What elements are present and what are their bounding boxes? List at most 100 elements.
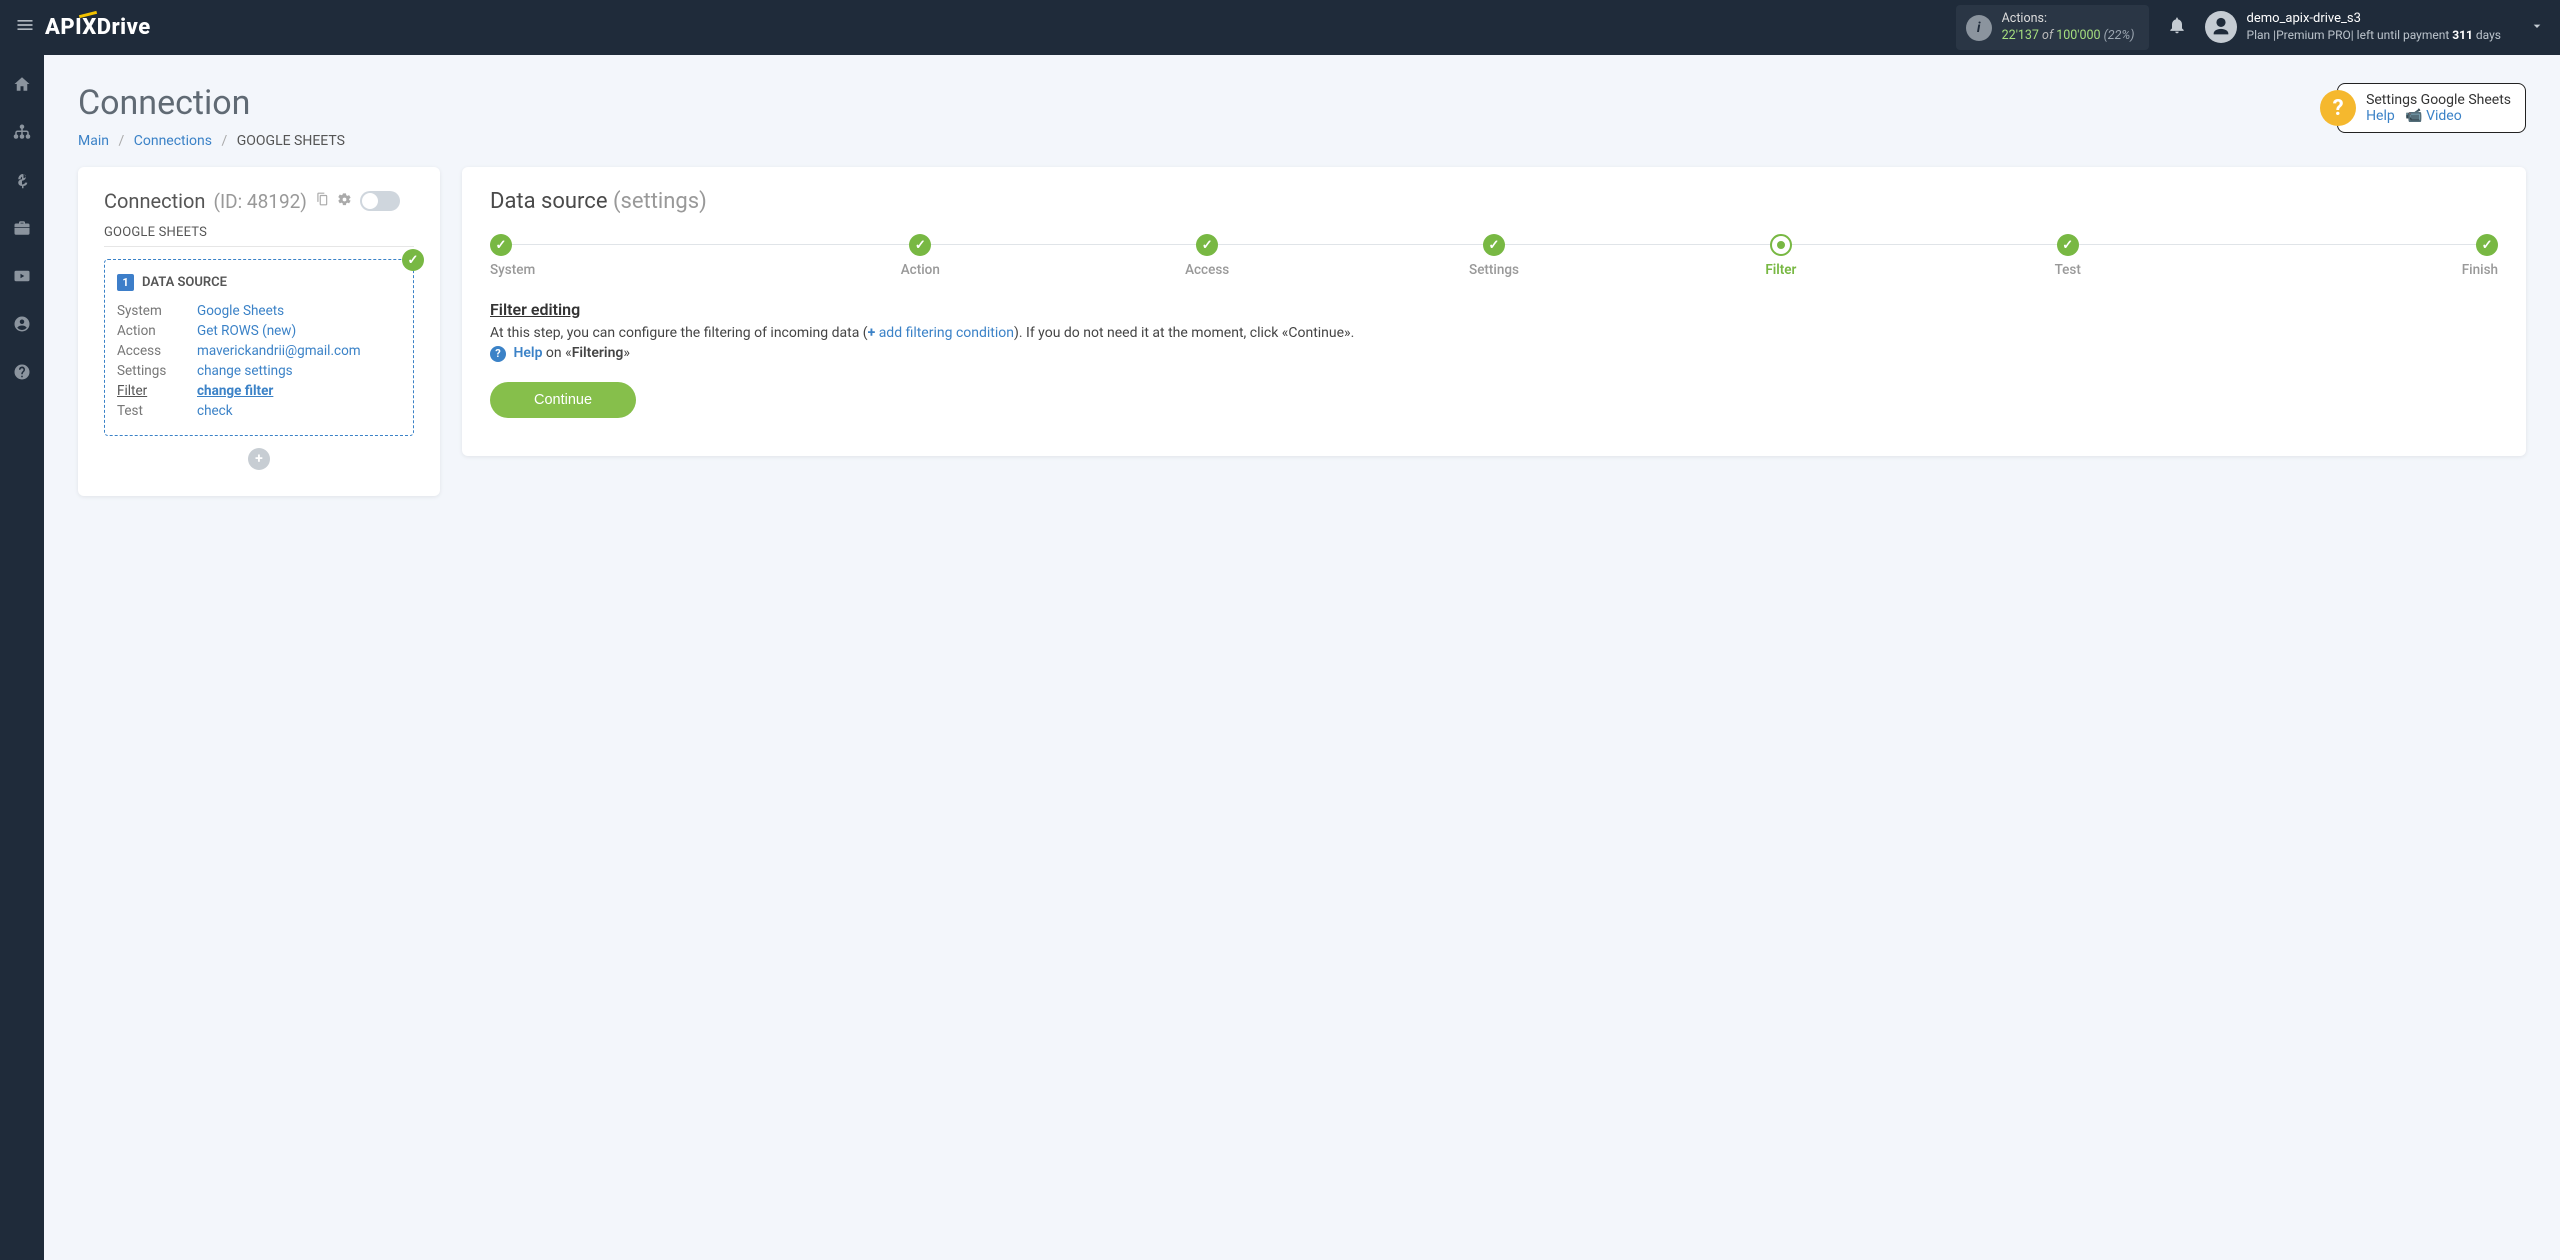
continue-button[interactable]: Continue <box>490 382 636 418</box>
step-dot <box>1770 234 1792 256</box>
video-icon: 📹 <box>2405 108 2426 124</box>
gear-icon[interactable] <box>337 192 352 211</box>
info-icon: i <box>1966 15 1992 41</box>
actions-used: 22'137 <box>2002 28 2039 43</box>
data-source-row: Accessmaverickandrii@gmail.com <box>117 341 401 361</box>
data-source-row-value[interactable]: Google Sheets <box>197 303 284 319</box>
add-filter-condition-link[interactable]: + add filtering condition <box>868 325 1014 341</box>
left-nav-rail <box>0 55 44 1260</box>
data-source-row: Filterchange filter <box>117 381 401 401</box>
step-label: Settings <box>1351 262 1638 278</box>
breadcrumb: Main / Connections / GOOGLE SHEETS <box>78 133 345 149</box>
help-question-icon: ? <box>2320 90 2356 126</box>
step-label: System <box>490 262 777 278</box>
actions-total: 100'000 <box>2056 28 2100 43</box>
section-description: At this step, you can configure the filt… <box>490 325 2498 341</box>
data-source-row-value[interactable]: Get ROWS (new) <box>197 323 296 339</box>
data-source-row-label: System <box>117 303 197 319</box>
add-step-button[interactable]: + <box>248 448 270 470</box>
breadcrumb-main[interactable]: Main <box>78 133 109 149</box>
video-link[interactable]: 📹 Video <box>2405 108 2462 124</box>
step-dot: ✓ <box>2057 234 2079 256</box>
step-label: Test <box>1924 262 2211 278</box>
settings-title: Data source <box>490 189 608 214</box>
step-label: Access <box>1064 262 1351 278</box>
step-dot: ✓ <box>909 234 931 256</box>
step-system[interactable]: ✓ System <box>490 234 777 278</box>
data-source-settings-card: Data source (settings) ✓ System ✓ Action ✓ Ac… <box>462 167 2526 456</box>
data-source-row-value[interactable]: change settings <box>197 363 293 379</box>
settings-title-sub: (settings) <box>613 189 707 214</box>
top-bar: APIXDrive i Actions: 22'137 of 100'000 (… <box>0 0 2560 55</box>
help-on-filtering: ? Help on «Filtering» <box>490 345 2498 362</box>
step-dot: ✓ <box>490 234 512 256</box>
step-dot: ✓ <box>2476 234 2498 256</box>
data-source-row-value[interactable]: change filter <box>197 383 273 399</box>
actions-of: of <box>2039 28 2056 43</box>
step-finish[interactable]: ✓ Finish <box>2211 234 2498 278</box>
step-label: Action <box>777 262 1064 278</box>
step-dot: ✓ <box>1483 234 1505 256</box>
step-test[interactable]: ✓ Test <box>1924 234 2211 278</box>
step-label: Filter <box>1637 262 1924 278</box>
main-content: Connection Main / Connections / GOOGLE S… <box>44 55 2560 1260</box>
user-menu[interactable]: demo_apix-drive_s3 Plan |Premium PRO| le… <box>2205 11 2501 43</box>
nav-help-icon[interactable] <box>7 357 37 387</box>
user-name: demo_apix-drive_s3 <box>2247 11 2501 28</box>
connection-id: (ID: 48192) <box>213 190 306 213</box>
user-avatar-icon <box>2205 11 2237 43</box>
data-source-row: SystemGoogle Sheets <box>117 301 401 321</box>
step-settings[interactable]: ✓ Settings <box>1351 234 1638 278</box>
logo[interactable]: APIXDrive <box>45 15 151 40</box>
nav-billing-icon[interactable] <box>7 165 37 195</box>
menu-toggle-icon[interactable] <box>15 15 35 40</box>
logo-part-api: API <box>45 15 82 40</box>
data-source-row-label: Settings <box>117 363 197 379</box>
step-dot: ✓ <box>1196 234 1218 256</box>
help-link[interactable]: Help <box>2366 108 2395 124</box>
user-plan: Plan |Premium PRO| left until payment 31… <box>2247 28 2501 44</box>
connection-target: GOOGLE SHEETS <box>104 213 414 247</box>
connection-sidebar-card: Connection (ID: 48192) GOOGLE SHEETS ✓ 1 <box>78 167 440 496</box>
help-inline-icon: ? <box>490 346 506 362</box>
copy-icon[interactable] <box>315 192 329 210</box>
actions-counter[interactable]: i Actions: 22'137 of 100'000 (22%) <box>1956 5 2149 50</box>
data-source-row-value[interactable]: maverickandrii@gmail.com <box>197 343 361 359</box>
logo-part-x: X <box>82 15 97 40</box>
breadcrumb-current: GOOGLE SHEETS <box>237 133 345 149</box>
page-title: Connection <box>78 83 345 123</box>
nav-briefcase-icon[interactable] <box>7 213 37 243</box>
step-access[interactable]: ✓ Access <box>1064 234 1351 278</box>
breadcrumb-connections[interactable]: Connections <box>134 133 212 149</box>
help-card-title: Settings Google Sheets <box>2366 92 2511 108</box>
step-filter[interactable]: Filter <box>1637 234 1924 278</box>
data-source-row: Testcheck <box>117 401 401 421</box>
data-source-row: ActionGet ROWS (new) <box>117 321 401 341</box>
connection-toggle[interactable] <box>360 191 400 211</box>
actions-label: Actions: <box>2002 11 2135 27</box>
nav-home-icon[interactable] <box>7 69 37 99</box>
notifications-icon[interactable] <box>2167 15 2187 40</box>
nav-video-icon[interactable] <box>7 261 37 291</box>
section-filter-title: Filter editing <box>490 300 2498 319</box>
chevron-down-icon[interactable] <box>2529 18 2545 38</box>
data-source-row-label: Test <box>117 403 197 419</box>
data-source-row-label: Action <box>117 323 197 339</box>
nav-connections-icon[interactable] <box>7 117 37 147</box>
check-icon: ✓ <box>402 249 424 271</box>
data-source-number: 1 <box>117 274 134 291</box>
data-source-row-label: Filter <box>117 383 197 399</box>
help-filtering-link[interactable]: Help <box>513 345 542 361</box>
data-source-title: DATA SOURCE <box>142 275 227 290</box>
connection-title: Connection <box>104 189 205 213</box>
stepper: ✓ System ✓ Action ✓ Access ✓ SettingsFilter ✓ Tes… <box>490 234 2498 278</box>
logo-part-drive: Drive <box>97 15 151 40</box>
actions-percent: (22%) <box>2101 28 2135 43</box>
data-source-row-value[interactable]: check <box>197 403 233 419</box>
step-label: Finish <box>2211 262 2498 278</box>
help-card: ? Settings Google Sheets Help 📹 Video <box>2337 83 2526 133</box>
nav-account-icon[interactable] <box>7 309 37 339</box>
data-source-row-label: Access <box>117 343 197 359</box>
data-source-box: ✓ 1 DATA SOURCE SystemGoogle SheetsActio… <box>104 259 414 436</box>
step-action[interactable]: ✓ Action <box>777 234 1064 278</box>
